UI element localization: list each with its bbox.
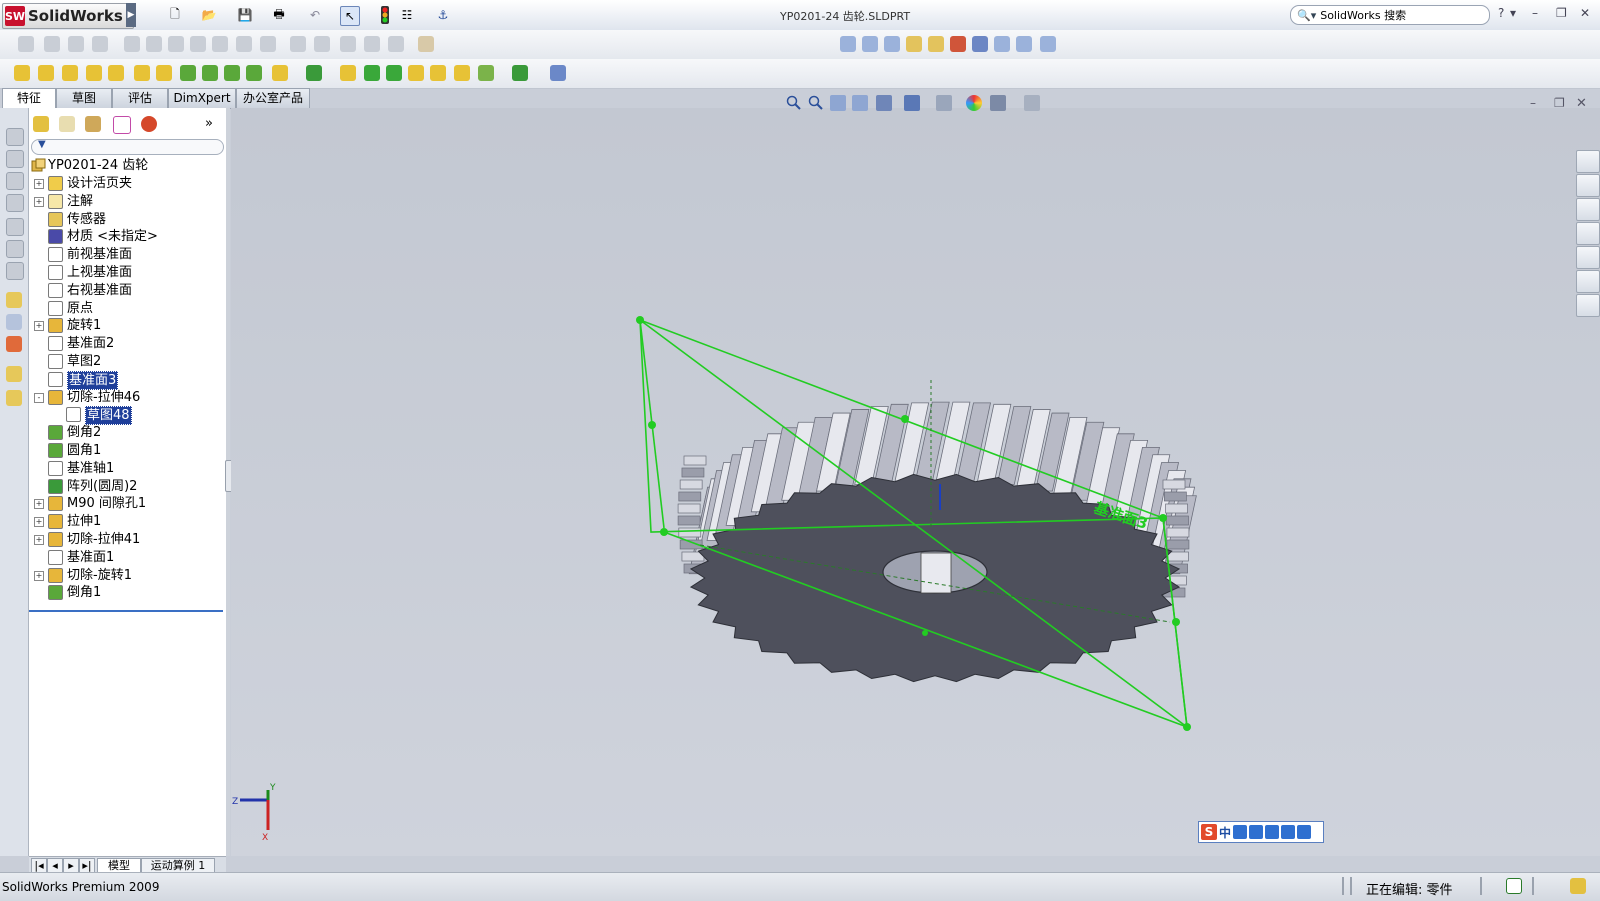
file-explorer-icon[interactable]: [1576, 198, 1600, 221]
bottom-tabs: |◂ ◂ ▸ ▸| 模型 运动算例 1: [29, 856, 226, 874]
design-library-icon[interactable]: [1576, 174, 1600, 197]
plane-handle[interactable]: [1159, 514, 1167, 522]
gear-model-view[interactable]: 基准面3 Z X Y: [0, 0, 1600, 900]
triad-y-label: Y: [269, 783, 276, 793]
ime-punctuation-icon[interactable]: [1233, 825, 1248, 839]
plane-handle[interactable]: [648, 421, 656, 429]
gear-tooth: [678, 527, 702, 538]
ime-mode[interactable]: 中: [1219, 824, 1231, 841]
plane-handle[interactable]: [660, 528, 668, 536]
ime-toolbar[interactable]: S 中: [1198, 821, 1324, 843]
rebuild-status-icon[interactable]: [1570, 878, 1586, 894]
ime-logo-icon: S: [1201, 824, 1217, 840]
gear-tooth: [1166, 527, 1190, 538]
status-separator: [1350, 877, 1352, 895]
gear-tooth: [677, 503, 701, 514]
home-icon[interactable]: [1576, 150, 1600, 173]
quick-tips-icon[interactable]: [1506, 878, 1522, 894]
plane-handle[interactable]: [901, 415, 909, 423]
triad-x-label: X: [262, 833, 268, 843]
plane-handle[interactable]: [922, 630, 928, 636]
status-separator: [1342, 877, 1344, 895]
plane-handle[interactable]: [1183, 723, 1191, 731]
gear-keyway: [920, 552, 952, 594]
custom-properties-icon[interactable]: [1576, 294, 1600, 317]
ime-tools-icon[interactable]: [1297, 825, 1312, 839]
gear-tooth: [1164, 491, 1187, 502]
coordinate-triad: Z X Y: [232, 783, 276, 843]
gear-tooth: [681, 467, 705, 478]
search-results-icon[interactable]: [1576, 222, 1600, 245]
ime-softkey-icon[interactable]: [1249, 825, 1264, 839]
status-editing: 正在编辑: 零件: [1366, 883, 1453, 898]
ime-keyboard-icon[interactable]: [1265, 825, 1280, 839]
task-pane: [1576, 148, 1600, 318]
gear-tooth: [677, 515, 701, 526]
gear-tooth: [1166, 515, 1189, 526]
status-separator: [1532, 877, 1534, 895]
gear-tooth: [678, 491, 702, 502]
gear-tooth: [1162, 479, 1186, 490]
status-product: SolidWorks Premium 2009: [2, 880, 160, 894]
status-separator: [1480, 877, 1482, 895]
gear-tooth: [679, 479, 703, 490]
gear-tooth: [683, 455, 707, 466]
plane-handle[interactable]: [1172, 618, 1180, 626]
plane-handle[interactable]: [636, 316, 644, 324]
gear-tooth: [1166, 539, 1190, 550]
appearances-icon[interactable]: [1576, 270, 1600, 293]
triad-z-label: Z: [232, 797, 238, 807]
gear-tooth: [1165, 503, 1188, 514]
view-palette-icon[interactable]: [1576, 246, 1600, 269]
status-bar: SolidWorks Premium 2009 正在编辑: 零件: [0, 872, 1600, 901]
ime-skin-icon[interactable]: [1281, 825, 1296, 839]
